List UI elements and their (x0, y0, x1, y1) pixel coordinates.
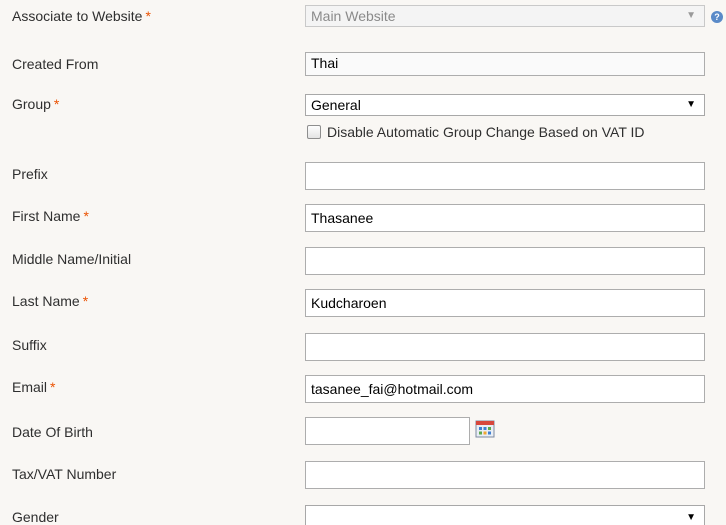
email-label: Email * (12, 379, 56, 395)
prefix-input[interactable] (305, 162, 705, 190)
dob-label: Date Of Birth (12, 424, 93, 440)
taxvat-label: Tax/VAT Number (12, 466, 117, 482)
dob-input[interactable] (305, 417, 470, 445)
created-from-field: Thai (305, 52, 705, 76)
group-label: Group * (12, 96, 60, 112)
email-input[interactable]: tasanee_fai@hotmail.com (305, 375, 705, 403)
prefix-label: Prefix (12, 166, 48, 182)
vat-checkbox-label: Disable Automatic Group Change Based on … (327, 124, 645, 140)
customer-account-form: Associate to Website * Main Website ▼ ? C… (0, 0, 726, 525)
help-icon[interactable]: ? (711, 11, 723, 23)
chevron-down-icon: ▼ (686, 99, 696, 110)
chevron-down-icon: ▼ (686, 512, 696, 523)
group-select[interactable]: General ▼ (305, 94, 705, 116)
created-from-label: Created From (12, 56, 99, 72)
gender-label: Gender (12, 509, 59, 525)
middle-name-label: Middle Name/Initial (12, 251, 132, 267)
disable-vat-group-change[interactable]: Disable Automatic Group Change Based on … (307, 124, 645, 140)
website-select: Main Website ▼ (305, 5, 705, 27)
vat-checkbox[interactable] (307, 125, 321, 139)
last-name-input[interactable]: Kudcharoen (305, 289, 705, 317)
first-name-input[interactable]: Thasanee (305, 204, 705, 232)
suffix-input[interactable] (305, 333, 705, 361)
suffix-label: Suffix (12, 337, 47, 353)
first-name-label: First Name * (12, 208, 89, 224)
taxvat-input[interactable] (305, 461, 705, 489)
middle-name-input[interactable] (305, 247, 705, 275)
last-name-label: Last Name * (12, 293, 89, 309)
gender-select[interactable]: ▼ (305, 505, 705, 525)
chevron-down-icon: ▼ (686, 10, 696, 21)
calendar-icon[interactable] (475, 420, 495, 438)
website-label: Associate to Website * (12, 8, 151, 24)
